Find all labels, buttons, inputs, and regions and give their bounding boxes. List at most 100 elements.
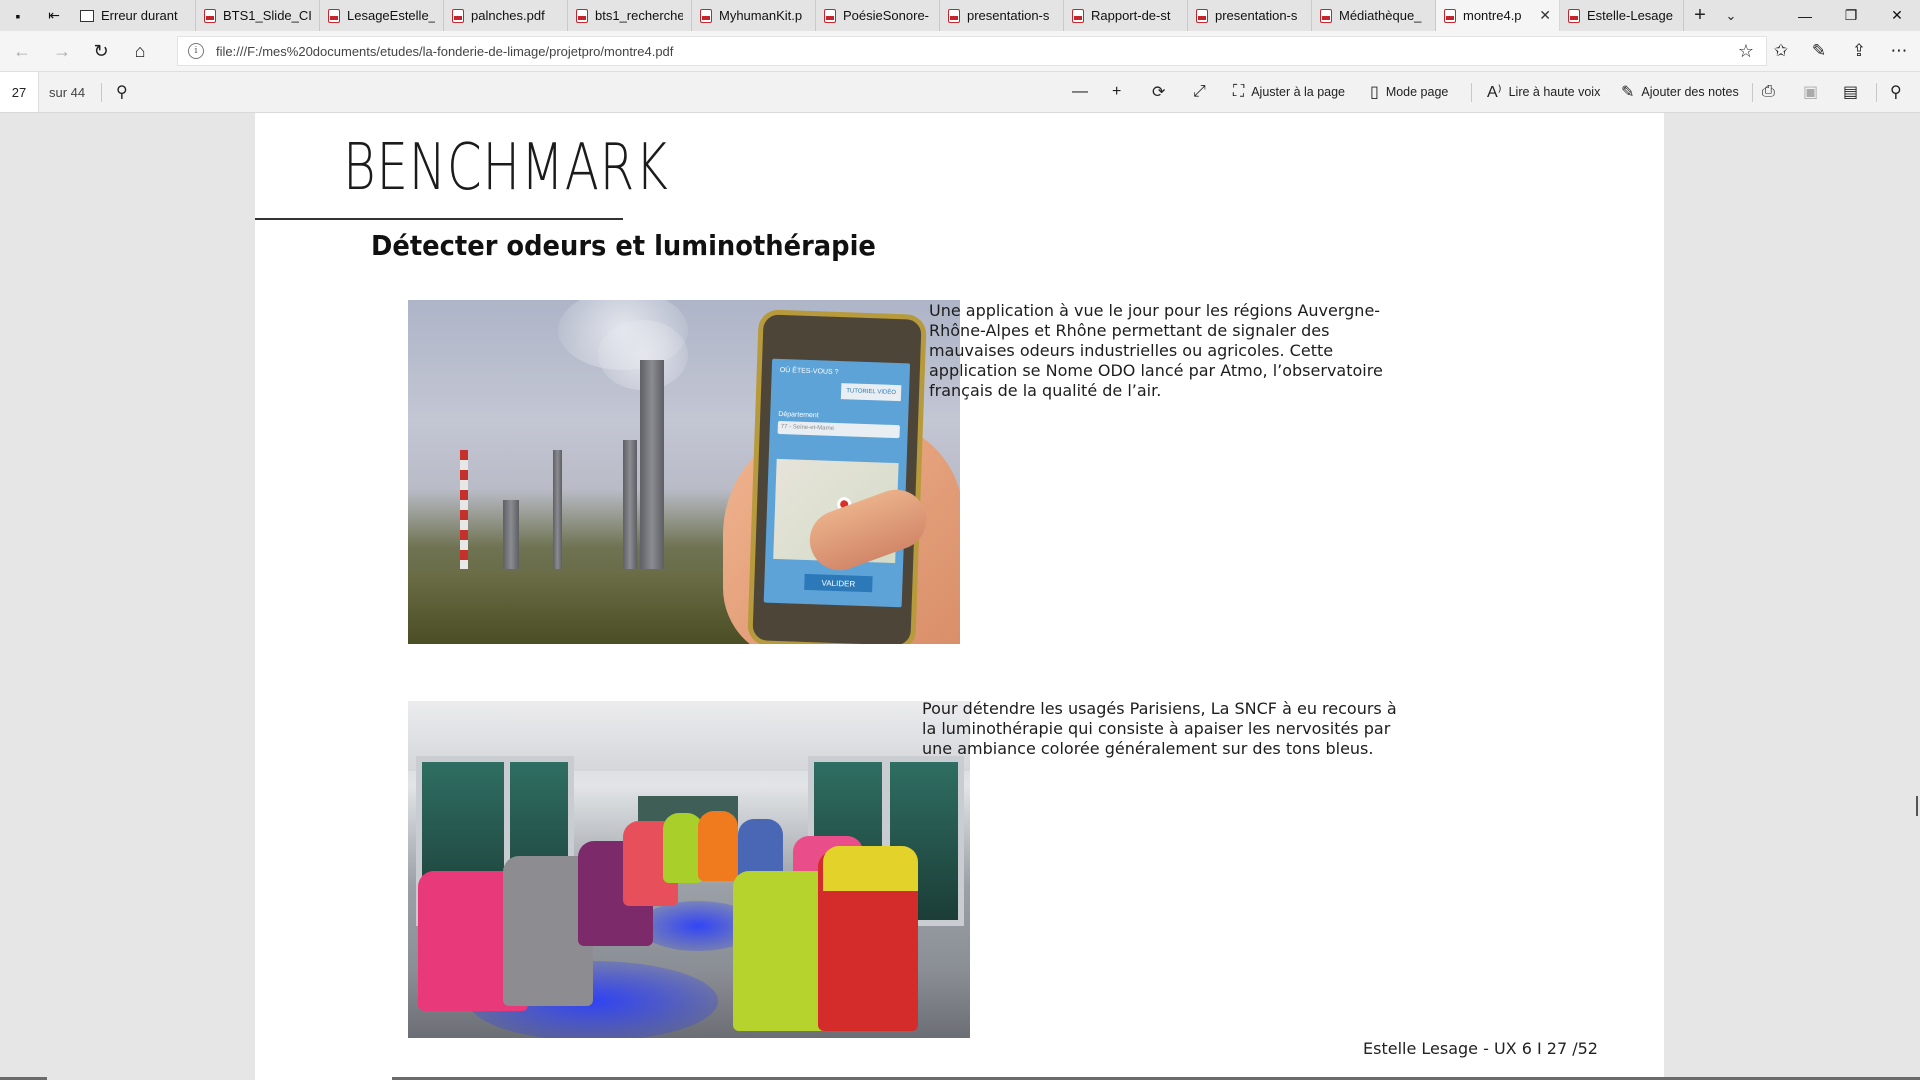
pdf-toolbar: 27 sur 44 ⚲ — + ⟳ ⤢ ⛶ Ajuster à la page ▯… <box>0 72 1920 113</box>
train-lighttherapy-photo <box>408 701 970 1038</box>
tab-strip: ▪ ⇤ Erreur durant BTS1_Slide_CIR LesageE… <box>0 0 1920 31</box>
tab-1[interactable]: BTS1_Slide_CIR <box>196 0 320 31</box>
pen-notes-icon[interactable]: ✎ <box>1800 31 1838 71</box>
zoom-in-icon[interactable]: + <box>1112 72 1121 112</box>
refresh-icon[interactable]: ↻ <box>81 31 121 71</box>
tab-6[interactable]: PoésieSonore- <box>816 0 940 31</box>
pdf-page: BENCHMARK Détecter odeurs et luminothéra… <box>255 113 1664 1080</box>
new-tab-plus-icon[interactable]: + <box>1684 0 1716 31</box>
add-notes-button[interactable]: ✎ Ajouter des notes <box>1621 72 1739 112</box>
zoom-out-icon[interactable]: — <box>1072 72 1088 112</box>
pdf-icon <box>1072 8 1084 23</box>
pdf-icon <box>948 8 960 23</box>
save-as-icon[interactable]: ▤ <box>1843 72 1858 112</box>
tab-7[interactable]: presentation-s <box>940 0 1064 31</box>
tab-label: Rapport-de-st <box>1091 8 1171 23</box>
search-icon[interactable]: ⚲ <box>116 72 128 112</box>
pdf-icon <box>1196 8 1208 23</box>
back-arrow-icon[interactable]: ← <box>2 31 42 71</box>
pdf-icon <box>328 8 340 23</box>
vertical-scroll-indicator[interactable] <box>1916 796 1918 816</box>
tab-3[interactable]: palnches.pdf <box>444 0 568 31</box>
tab-5[interactable]: MyhumanKit.p <box>692 0 816 31</box>
set-aside-tabs-icon[interactable]: ⇤ <box>36 0 72 31</box>
paragraph-odo: Une application à vue le jour pour les r… <box>929 301 1383 400</box>
page-title: BENCHMARK <box>343 131 669 205</box>
favorite-star-icon[interactable]: ☆ <box>1738 41 1754 62</box>
tab-label: presentation-s <box>1215 8 1298 23</box>
tab-2[interactable]: LesageEstelle_ <box>320 0 444 31</box>
tab-0[interactable]: Erreur durant <box>72 0 196 31</box>
paragraph-sncf: Pour détendre les usagés Parisiens, La S… <box>922 699 1397 758</box>
tab-label: Estelle-Lesage <box>1587 8 1673 23</box>
tab-10[interactable]: Médiathèque_ <box>1312 0 1436 31</box>
forward-arrow-icon[interactable]: → <box>42 31 82 71</box>
url-text: file:///F:/mes%20documents/etudes/la-fon… <box>216 43 674 59</box>
chevron-down-icon[interactable]: ⌄ <box>1716 0 1746 31</box>
fullscreen-icon[interactable]: ⤢ <box>1193 72 1206 112</box>
read-aloud-button[interactable]: A⁾ Lire à haute voix <box>1487 72 1600 112</box>
page-icon: ▯ <box>1370 84 1379 101</box>
info-icon[interactable]: i <box>188 43 204 59</box>
fit-page-icon: ⛶ <box>1233 83 1245 100</box>
tab-label: Erreur durant <box>101 8 178 23</box>
tab-11-active[interactable]: montre4.p ✕ <box>1436 0 1560 31</box>
window-menu-icon[interactable]: ▪ <box>0 0 36 31</box>
pin-toolbar-icon[interactable]: ⚲ <box>1890 72 1902 112</box>
page-icon <box>80 9 94 22</box>
tab-label: montre4.p <box>1463 8 1522 23</box>
pdf-icon <box>576 8 588 23</box>
url-field[interactable]: i file:///F:/mes%20documents/etudes/la-f… <box>177 36 1767 66</box>
fit-page-button[interactable]: ⛶ Ajuster à la page <box>1233 72 1345 112</box>
favorites-list-icon[interactable]: ✩ <box>1762 31 1800 71</box>
print-icon[interactable]: ⎙ <box>1762 72 1775 112</box>
pdf-icon <box>824 8 836 23</box>
page-subtitle: Détecter odeurs et luminothérapie <box>371 229 876 262</box>
page-total: sur 44 <box>49 84 86 100</box>
divider <box>1876 83 1877 102</box>
read-aloud-icon: A⁾ <box>1487 84 1502 101</box>
page-footer: Estelle Lesage - UX 6 I 27 /52 <box>1363 1039 1598 1058</box>
tab-label: Médiathèque_ <box>1339 8 1422 23</box>
title-rule <box>255 218 623 220</box>
more-menu-icon[interactable]: ⋯ <box>1880 31 1918 71</box>
add-notes-label: Ajouter des notes <box>1641 85 1739 99</box>
document-viewer[interactable]: BENCHMARK Détecter odeurs et luminothéra… <box>0 113 1920 1080</box>
tab-label: LesageEstelle_ <box>347 8 435 23</box>
save-icon[interactable]: ▣ <box>1803 72 1818 112</box>
pdf-icon <box>1444 8 1456 23</box>
odo-app-photo: OÙ ÊTES-VOUS ? TUTORIEL VIDÉO Départemen… <box>408 300 960 644</box>
phone-department-value: 77 - Seine-et-Marne <box>777 420 900 439</box>
phone-illustration: OÙ ÊTES-VOUS ? TUTORIEL VIDÉO Départemen… <box>747 309 927 644</box>
share-icon[interactable]: ⇪ <box>1840 31 1878 71</box>
tab-label: presentation-s <box>967 8 1050 23</box>
close-window-icon[interactable]: ✕ <box>1874 0 1920 31</box>
tab-label: MyhumanKit.p <box>719 8 803 23</box>
minimize-icon[interactable]: — <box>1782 0 1828 31</box>
tab-12[interactable]: Estelle-Lesage <box>1560 0 1684 31</box>
phone-tutorial: TUTORIEL VIDÉO <box>840 383 902 402</box>
pen-icon: ✎ <box>1621 84 1635 101</box>
tab-8[interactable]: Rapport-de-st <box>1064 0 1188 31</box>
pdf-icon <box>1320 8 1332 23</box>
restore-icon[interactable]: ❐ <box>1828 0 1874 31</box>
phone-department-label: Département <box>778 410 819 420</box>
page-mode-button[interactable]: ▯ Mode page <box>1370 72 1448 112</box>
fit-page-label: Ajuster à la page <box>1251 85 1346 99</box>
pdf-icon <box>452 8 464 23</box>
rotate-icon[interactable]: ⟳ <box>1152 72 1165 112</box>
pdf-icon <box>700 8 712 23</box>
home-icon[interactable]: ⌂ <box>120 31 160 71</box>
page-mode-label: Mode page <box>1385 85 1449 99</box>
tab-4[interactable]: bts1_recherche <box>568 0 692 31</box>
tab-9[interactable]: presentation-s <box>1188 0 1312 31</box>
page-number-input[interactable]: 27 <box>0 72 39 112</box>
pdf-icon <box>1568 8 1580 23</box>
divider <box>1471 83 1472 102</box>
tab-list: Erreur durant BTS1_Slide_CIR LesageEstel… <box>72 0 1684 31</box>
divider <box>101 83 102 102</box>
pdf-icon <box>204 8 216 23</box>
close-tab-icon[interactable]: ✕ <box>1539 7 1551 24</box>
tab-label: PoésieSonore- <box>843 8 929 23</box>
read-aloud-label: Lire à haute voix <box>1508 85 1601 99</box>
